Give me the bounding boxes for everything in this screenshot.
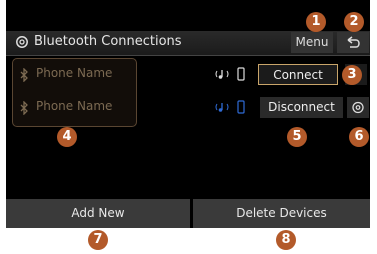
callout-1: 1 (306, 12, 326, 32)
device-row-2: Phone Name Disconnect (6, 91, 370, 125)
callout-6: 6 (349, 127, 369, 147)
delete-devices-button[interactable]: Delete Devices (193, 199, 370, 228)
device-settings-button[interactable] (347, 97, 369, 118)
audio-icon (215, 103, 229, 112)
phone-icon (237, 100, 245, 114)
callout-5: 5 (287, 127, 307, 147)
bluetooth-icon (20, 68, 28, 82)
bluetooth-icon (20, 101, 28, 115)
audio-icon (215, 70, 229, 79)
gear-icon (352, 101, 364, 114)
device-row-1: Phone Name Connect (6, 58, 370, 92)
callout-2: 2 (344, 12, 364, 32)
infotainment-screen: Bluetooth Connections Menu Phone Name Co… (6, 0, 370, 228)
page-title: Bluetooth Connections (34, 34, 182, 49)
menu-button[interactable]: Menu (291, 32, 333, 53)
header-bar: Bluetooth Connections Menu (6, 31, 370, 56)
device-name[interactable]: Phone Name (36, 66, 112, 80)
back-icon (347, 36, 360, 48)
callout-3: 3 (342, 65, 362, 85)
add-new-button[interactable]: Add New (6, 199, 190, 228)
disconnect-button[interactable]: Disconnect (260, 97, 343, 118)
callout-4: 4 (57, 127, 77, 147)
connect-button[interactable]: Connect (258, 64, 338, 85)
phone-icon (237, 67, 245, 81)
device-name[interactable]: Phone Name (36, 99, 112, 113)
callout-7: 7 (88, 230, 108, 250)
callout-8: 8 (276, 230, 296, 250)
back-button[interactable] (337, 32, 369, 53)
gear-icon (16, 36, 28, 48)
